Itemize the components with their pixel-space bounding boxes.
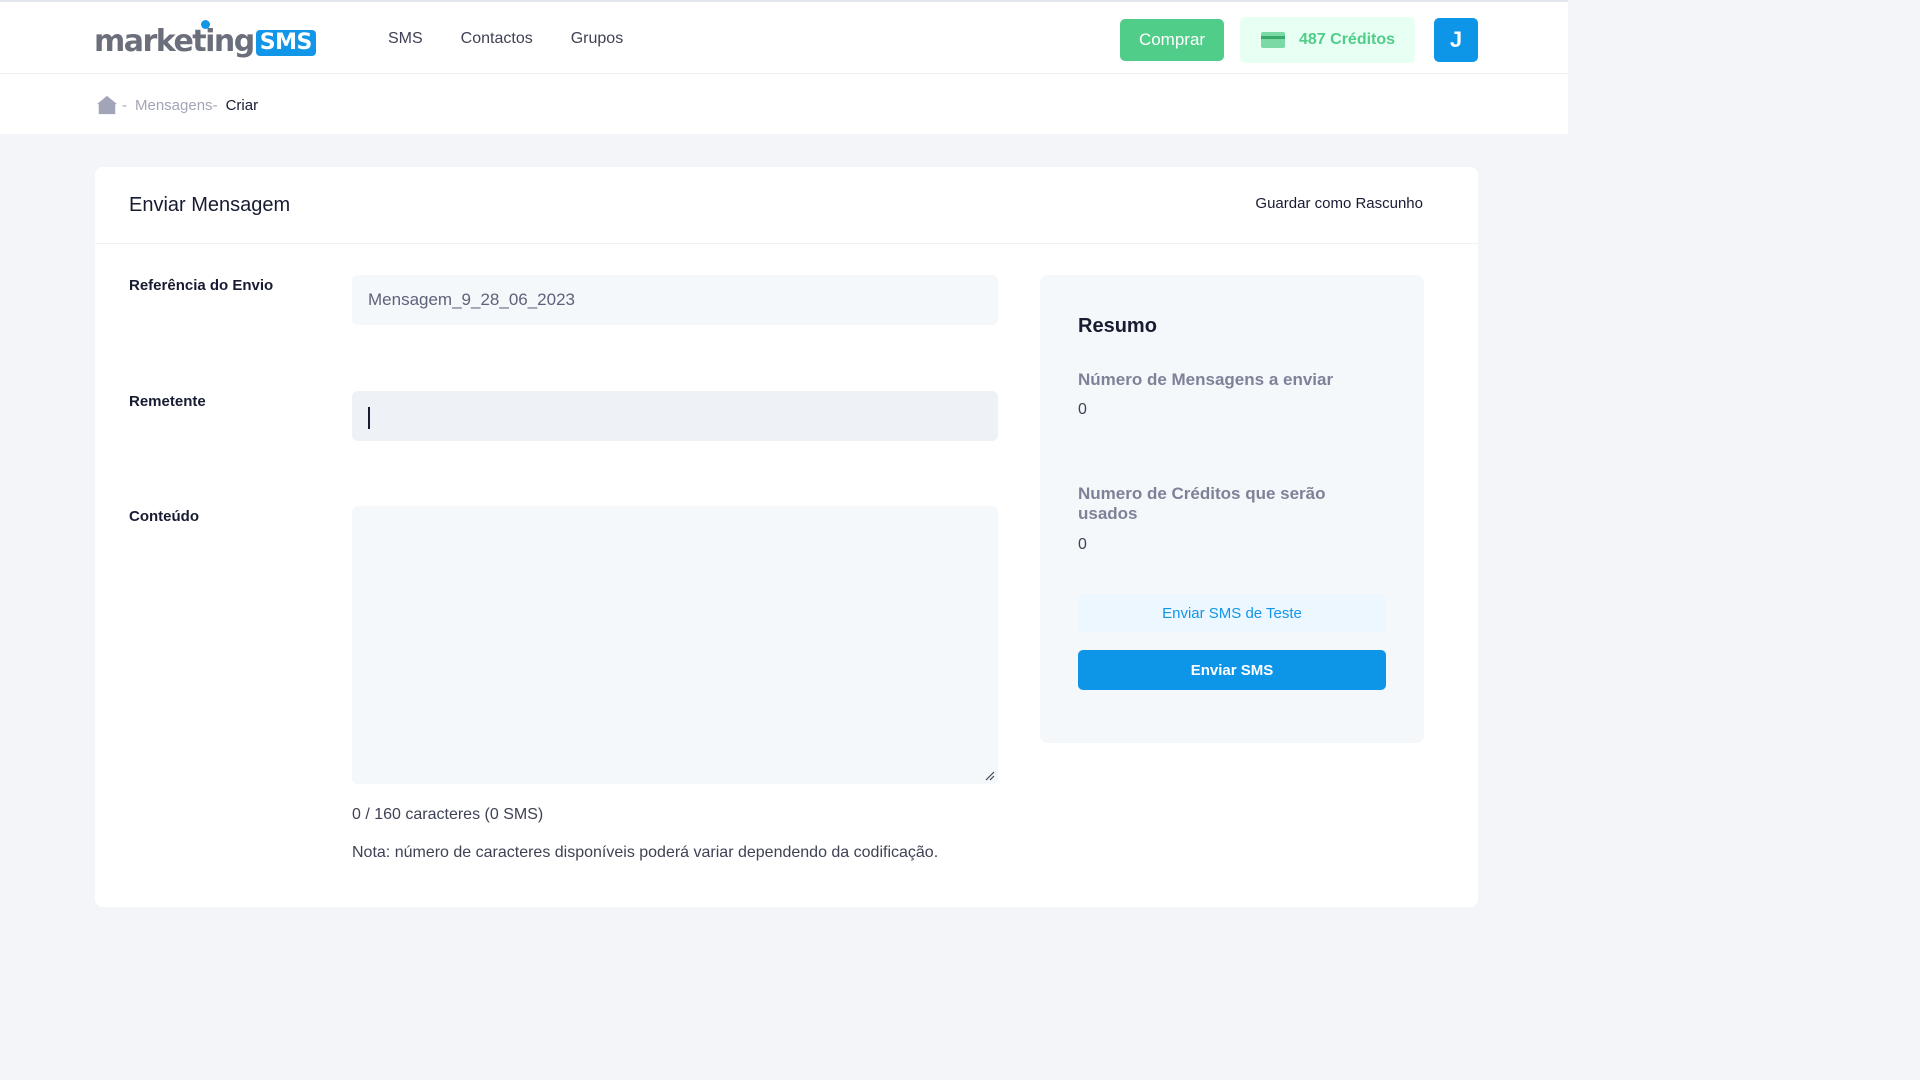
logo[interactable]: marketing SMS [94, 20, 316, 60]
nav-item-grupos[interactable]: Grupos [571, 30, 623, 48]
logo-badge: SMS [255, 30, 316, 56]
nav-item-sms[interactable]: SMS [388, 30, 423, 48]
main-nav: SMS Contactos Grupos [388, 30, 623, 48]
send-test-sms-button[interactable]: Enviar SMS de Teste [1078, 594, 1386, 632]
user-avatar[interactable]: J [1434, 18, 1478, 62]
home-icon[interactable] [96, 94, 118, 116]
credits-label: 487 Créditos [1299, 31, 1396, 48]
content-label: Conteúdo [129, 508, 199, 525]
reference-input[interactable] [352, 275, 998, 325]
send-message-card: Enviar Mensagem Guardar como Rascunho Re… [95, 167, 1478, 907]
summary-title: Resumo [1078, 315, 1157, 337]
credits-used-value: 0 [1078, 536, 1087, 553]
resize-grip-icon[interactable] [985, 771, 995, 781]
content-textarea[interactable] [352, 506, 998, 784]
reference-label: Referência do Envio [129, 277, 274, 294]
credits-used-label: Numero de Créditos que serão usados [1078, 484, 1326, 523]
save-draft-link[interactable]: Guardar como Rascunho [1255, 195, 1423, 212]
sender-input[interactable] [352, 391, 998, 441]
credit-card-icon [1261, 32, 1285, 48]
encoding-note: Nota: número de caracteres disponíveis p… [352, 844, 939, 861]
summary-panel: Resumo Número de Mensagens a enviar 0 Nu… [1040, 275, 1424, 743]
character-counter: 0 / 160 caracteres (0 SMS) [352, 806, 544, 823]
messages-count-label: Número de Mensagens a enviar [1078, 370, 1334, 389]
logo-dot [201, 20, 210, 29]
top-navbar: marketing SMS SMS Contactos Grupos Compr… [0, 0, 1568, 74]
breadcrumb-separator: - [212, 96, 218, 114]
breadcrumb: - Mensagens - Criar [96, 94, 258, 116]
nav-item-contactos[interactable]: Contactos [461, 30, 533, 48]
breadcrumb-mensagens[interactable]: Mensagens [135, 97, 213, 114]
card-header: Enviar Mensagem Guardar como Rascunho [95, 167, 1478, 244]
breadcrumb-bar: - Mensagens - Criar [0, 74, 1568, 134]
credits-badge[interactable]: 487 Créditos [1240, 17, 1415, 63]
logo-text: marketing [94, 24, 255, 59]
text-cursor [368, 407, 370, 429]
breadcrumb-separator: - [122, 96, 127, 114]
messages-count-value: 0 [1078, 401, 1087, 418]
sender-label: Remetente [129, 393, 206, 410]
send-sms-button[interactable]: Enviar SMS [1078, 650, 1386, 690]
breadcrumb-current: Criar [225, 96, 259, 114]
page-title: Enviar Mensagem [129, 194, 291, 216]
buy-button[interactable]: Comprar [1120, 19, 1224, 61]
